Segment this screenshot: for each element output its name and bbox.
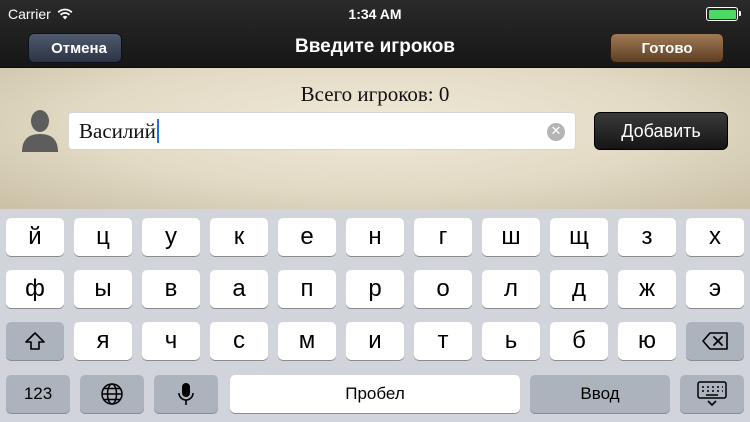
key-з[interactable]: з [618, 218, 676, 256]
numbers-key[interactable]: 123 [6, 375, 70, 413]
key-д[interactable]: д [550, 270, 608, 308]
backspace-key[interactable] [686, 322, 744, 360]
key-л[interactable]: л [482, 270, 540, 308]
key-в[interactable]: в [142, 270, 200, 308]
player-entry-area: Всего игроков: 0 Василий ✕ Добавить [0, 68, 750, 209]
keyboard: й ц у к е н г ш щ з х ф ы в а п р о л д … [0, 209, 750, 422]
key-ц[interactable]: ц [74, 218, 132, 256]
key-щ[interactable]: щ [550, 218, 608, 256]
key-ж[interactable]: ж [618, 270, 676, 308]
microphone-key[interactable] [154, 375, 218, 413]
key-г[interactable]: г [414, 218, 472, 256]
hide-keyboard-key[interactable] [680, 375, 744, 413]
done-button[interactable]: Готово [610, 33, 724, 63]
person-icon [22, 110, 58, 152]
backspace-icon [702, 332, 728, 350]
text-caret [156, 119, 159, 143]
globe-key[interactable] [80, 375, 144, 413]
key-х[interactable]: х [686, 218, 744, 256]
globe-icon [101, 383, 123, 405]
key-а[interactable]: а [210, 270, 268, 308]
key-с[interactable]: с [210, 322, 268, 360]
status-bar: Carrier 1:34 AM [0, 0, 750, 28]
add-player-button[interactable]: Добавить [594, 112, 728, 150]
key-и[interactable]: и [346, 322, 404, 360]
keyboard-hide-icon [697, 381, 727, 407]
key-к[interactable]: к [210, 218, 268, 256]
key-ь[interactable]: ь [482, 322, 540, 360]
key-э[interactable]: э [686, 270, 744, 308]
key-о[interactable]: о [414, 270, 472, 308]
microphone-icon [178, 383, 194, 405]
key-ч[interactable]: ч [142, 322, 200, 360]
key-у[interactable]: у [142, 218, 200, 256]
player-count: Всего игроков: 0 [300, 82, 450, 106]
shift-key[interactable] [6, 322, 64, 360]
key-р[interactable]: р [346, 270, 404, 308]
player-name-input[interactable]: Василий ✕ [68, 112, 576, 150]
key-ф[interactable]: ф [6, 270, 64, 308]
key-й[interactable]: й [6, 218, 64, 256]
navigation-bar: Отмена Введите игроков Готово [0, 28, 750, 68]
key-е[interactable]: е [278, 218, 336, 256]
key-б[interactable]: б [550, 322, 608, 360]
key-ы[interactable]: ы [74, 270, 132, 308]
battery-icon [706, 7, 741, 21]
key-я[interactable]: я [74, 322, 132, 360]
space-key[interactable]: Пробел [230, 375, 520, 413]
key-ю[interactable]: ю [618, 322, 676, 360]
key-т[interactable]: т [414, 322, 472, 360]
clear-icon[interactable]: ✕ [547, 123, 565, 141]
key-н[interactable]: н [346, 218, 404, 256]
key-м[interactable]: м [278, 322, 336, 360]
top-bar: Carrier 1:34 AM Отмена Введите игроков Г… [0, 0, 750, 68]
return-key[interactable]: Ввод [530, 375, 670, 413]
key-п[interactable]: п [278, 270, 336, 308]
player-name-value: Василий [79, 118, 156, 143]
shift-icon [25, 332, 45, 350]
key-ш[interactable]: ш [482, 218, 540, 256]
clock: 1:34 AM [348, 6, 402, 22]
